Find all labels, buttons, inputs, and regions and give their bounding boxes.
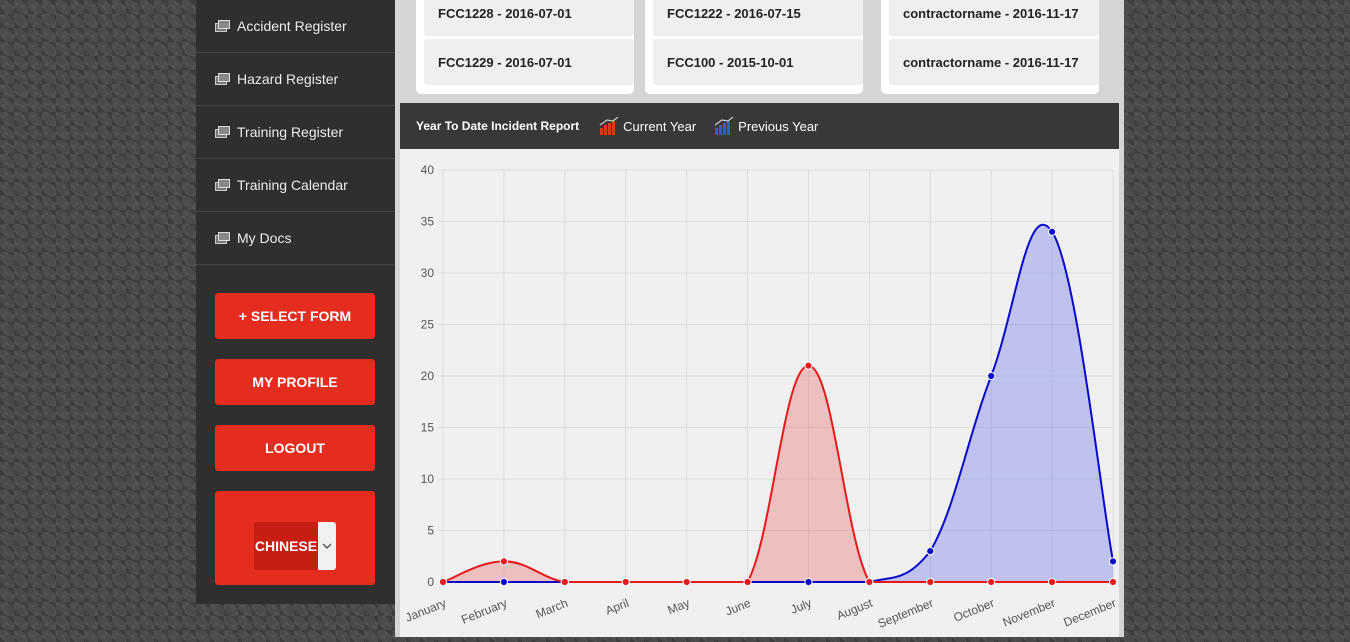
y-tick-label: 10 (421, 472, 435, 486)
incident-chart: 0 5 10 15 20 25 30 35 40 January February March Apri… (403, 163, 1119, 631)
bar-chart-red-icon (599, 117, 619, 135)
main-content: FCC1228 - 2016-07-01 FCC1229 - 2016-07-01… (395, 0, 1124, 637)
language-select[interactable]: CHINESE (254, 522, 336, 570)
x-tick-label: January (403, 596, 448, 625)
legend-current-year: Current Year (599, 117, 696, 135)
select-form-button[interactable]: + SELECT FORM (215, 293, 375, 339)
legend-previous-label: Previous Year (738, 118, 819, 134)
data-point (865, 577, 874, 587)
data-point (926, 577, 935, 587)
data-point (621, 577, 630, 587)
data-point (804, 577, 813, 587)
card-column: FCC1228 - 2016-07-01 FCC1229 - 2016-07-01 (416, 0, 634, 94)
sidebar-item-label: Training Register (237, 124, 344, 140)
folder-icon (215, 73, 230, 85)
sidebar-item-training-register[interactable]: Training Register (196, 106, 395, 159)
sidebar-item-label: Accident Register (237, 18, 347, 34)
sidebar-item-hazard-register[interactable]: Hazard Register (196, 53, 395, 106)
sidebar-item-my-docs[interactable]: My Docs (196, 212, 395, 265)
x-tick-label: July (789, 596, 814, 617)
language-select-label: CHINESE (254, 522, 318, 570)
y-tick-label: 15 (421, 421, 435, 435)
data-point (987, 371, 996, 381)
card-column: contractorname - 2016-11-17 contractornam… (881, 0, 1099, 94)
sidebar: Accident Register Hazard Register Training… (196, 0, 395, 604)
data-point (743, 577, 752, 587)
x-tick-label: November (1001, 596, 1058, 630)
folder-icon (215, 126, 230, 138)
data-point (438, 577, 448, 587)
chevron-down-icon[interactable] (318, 522, 336, 570)
x-tick-label: April (603, 596, 631, 618)
x-tick-label: June (723, 596, 753, 619)
chart-title: Year To Date Incident Report (416, 119, 580, 133)
y-tick-label: 5 (427, 524, 434, 538)
sidebar-item-label: Training Calendar (237, 177, 348, 193)
x-tick-label: October (951, 596, 996, 625)
data-point (1108, 557, 1118, 566)
card-item[interactable]: FCC100 - 2015-10-01 (653, 39, 863, 85)
my-profile-button[interactable]: MY PROFILE (215, 359, 375, 405)
chart-area: 0 5 10 15 20 25 30 35 40 January February March Apri… (400, 149, 1119, 637)
y-tick-label: 40 (421, 163, 435, 177)
logout-button[interactable]: LOGOUT (215, 425, 375, 471)
folder-icon (215, 179, 230, 191)
legend-current-label: Current Year (623, 118, 697, 134)
x-tick-label: December (1062, 596, 1119, 630)
y-tick-label: 30 (421, 266, 435, 280)
data-point (1047, 577, 1057, 587)
data-point (499, 577, 509, 587)
sidebar-item-accident-register[interactable]: Accident Register (196, 0, 395, 53)
language-panel: CHINESE (215, 491, 375, 585)
x-tick-label: March (534, 596, 570, 621)
data-point (682, 577, 691, 587)
sidebar-item-training-calendar[interactable]: Training Calendar (196, 159, 395, 212)
data-point (1047, 227, 1057, 236)
folder-icon (215, 20, 230, 32)
data-point (499, 557, 509, 566)
y-tick-label: 0 (427, 575, 434, 589)
y-tick-label: 20 (421, 369, 435, 383)
data-point (1108, 577, 1118, 587)
y-tick-label: 35 (421, 215, 435, 229)
card-column: FCC1222 - 2016-07-15 FCC100 - 2015-10-01 (645, 0, 863, 94)
legend-previous-year: Previous Year (714, 117, 818, 135)
data-point (926, 547, 935, 556)
x-tick-label: August (835, 596, 876, 623)
sidebar-item-label: Hazard Register (237, 71, 339, 87)
folder-icon (215, 232, 230, 244)
sidebar-item-label: My Docs (237, 230, 292, 246)
bar-chart-blue-icon (714, 117, 734, 135)
y-tick-label: 25 (421, 318, 435, 332)
data-point (987, 577, 996, 587)
card-item[interactable]: contractorname - 2016-11-17 (889, 0, 1099, 36)
x-tick-label: February (459, 596, 509, 627)
card-item[interactable]: FCC1229 - 2016-07-01 (424, 39, 634, 85)
card-item[interactable]: FCC1228 - 2016-07-01 (424, 0, 634, 36)
card-item[interactable]: FCC1222 - 2016-07-15 (653, 0, 863, 36)
data-point (560, 577, 569, 587)
data-point (804, 361, 813, 370)
chart-header: Year To Date Incident Report Current Yea… (400, 103, 1119, 149)
card-item[interactable]: contractorname - 2016-11-17 (889, 39, 1099, 85)
x-tick-label: September (876, 596, 936, 631)
x-tick-label: May (665, 596, 691, 617)
